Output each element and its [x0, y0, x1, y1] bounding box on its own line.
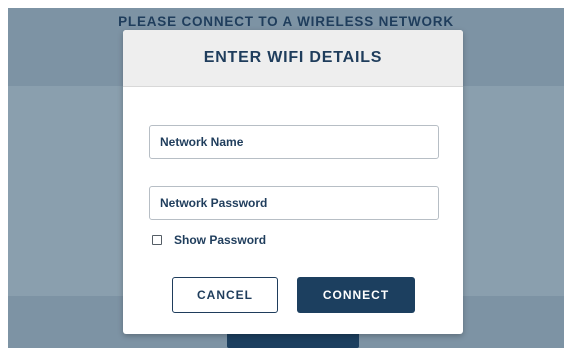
network-name-input[interactable] [149, 125, 439, 159]
network-password-input[interactable] [149, 186, 439, 220]
cancel-button-label: CANCEL [197, 288, 253, 302]
connect-banner: PLEASE CONNECT TO A WIRELESS NETWORK [118, 14, 454, 29]
show-password-label: Show Password [174, 233, 267, 247]
connect-button-label: CONNECT [322, 288, 390, 302]
cancel-button[interactable]: CANCEL [172, 277, 278, 313]
show-password-checkbox[interactable] [152, 235, 162, 245]
dialog-header: ENTER WIFI DETAILS [123, 30, 463, 87]
wifi-dialog: ENTER WIFI DETAILS Show Password CANCEL … [123, 30, 463, 334]
dialog-title: ENTER WIFI DETAILS [203, 49, 383, 66]
connect-button[interactable]: CONNECT [297, 277, 415, 313]
show-password-row[interactable]: Show Password [152, 233, 266, 247]
